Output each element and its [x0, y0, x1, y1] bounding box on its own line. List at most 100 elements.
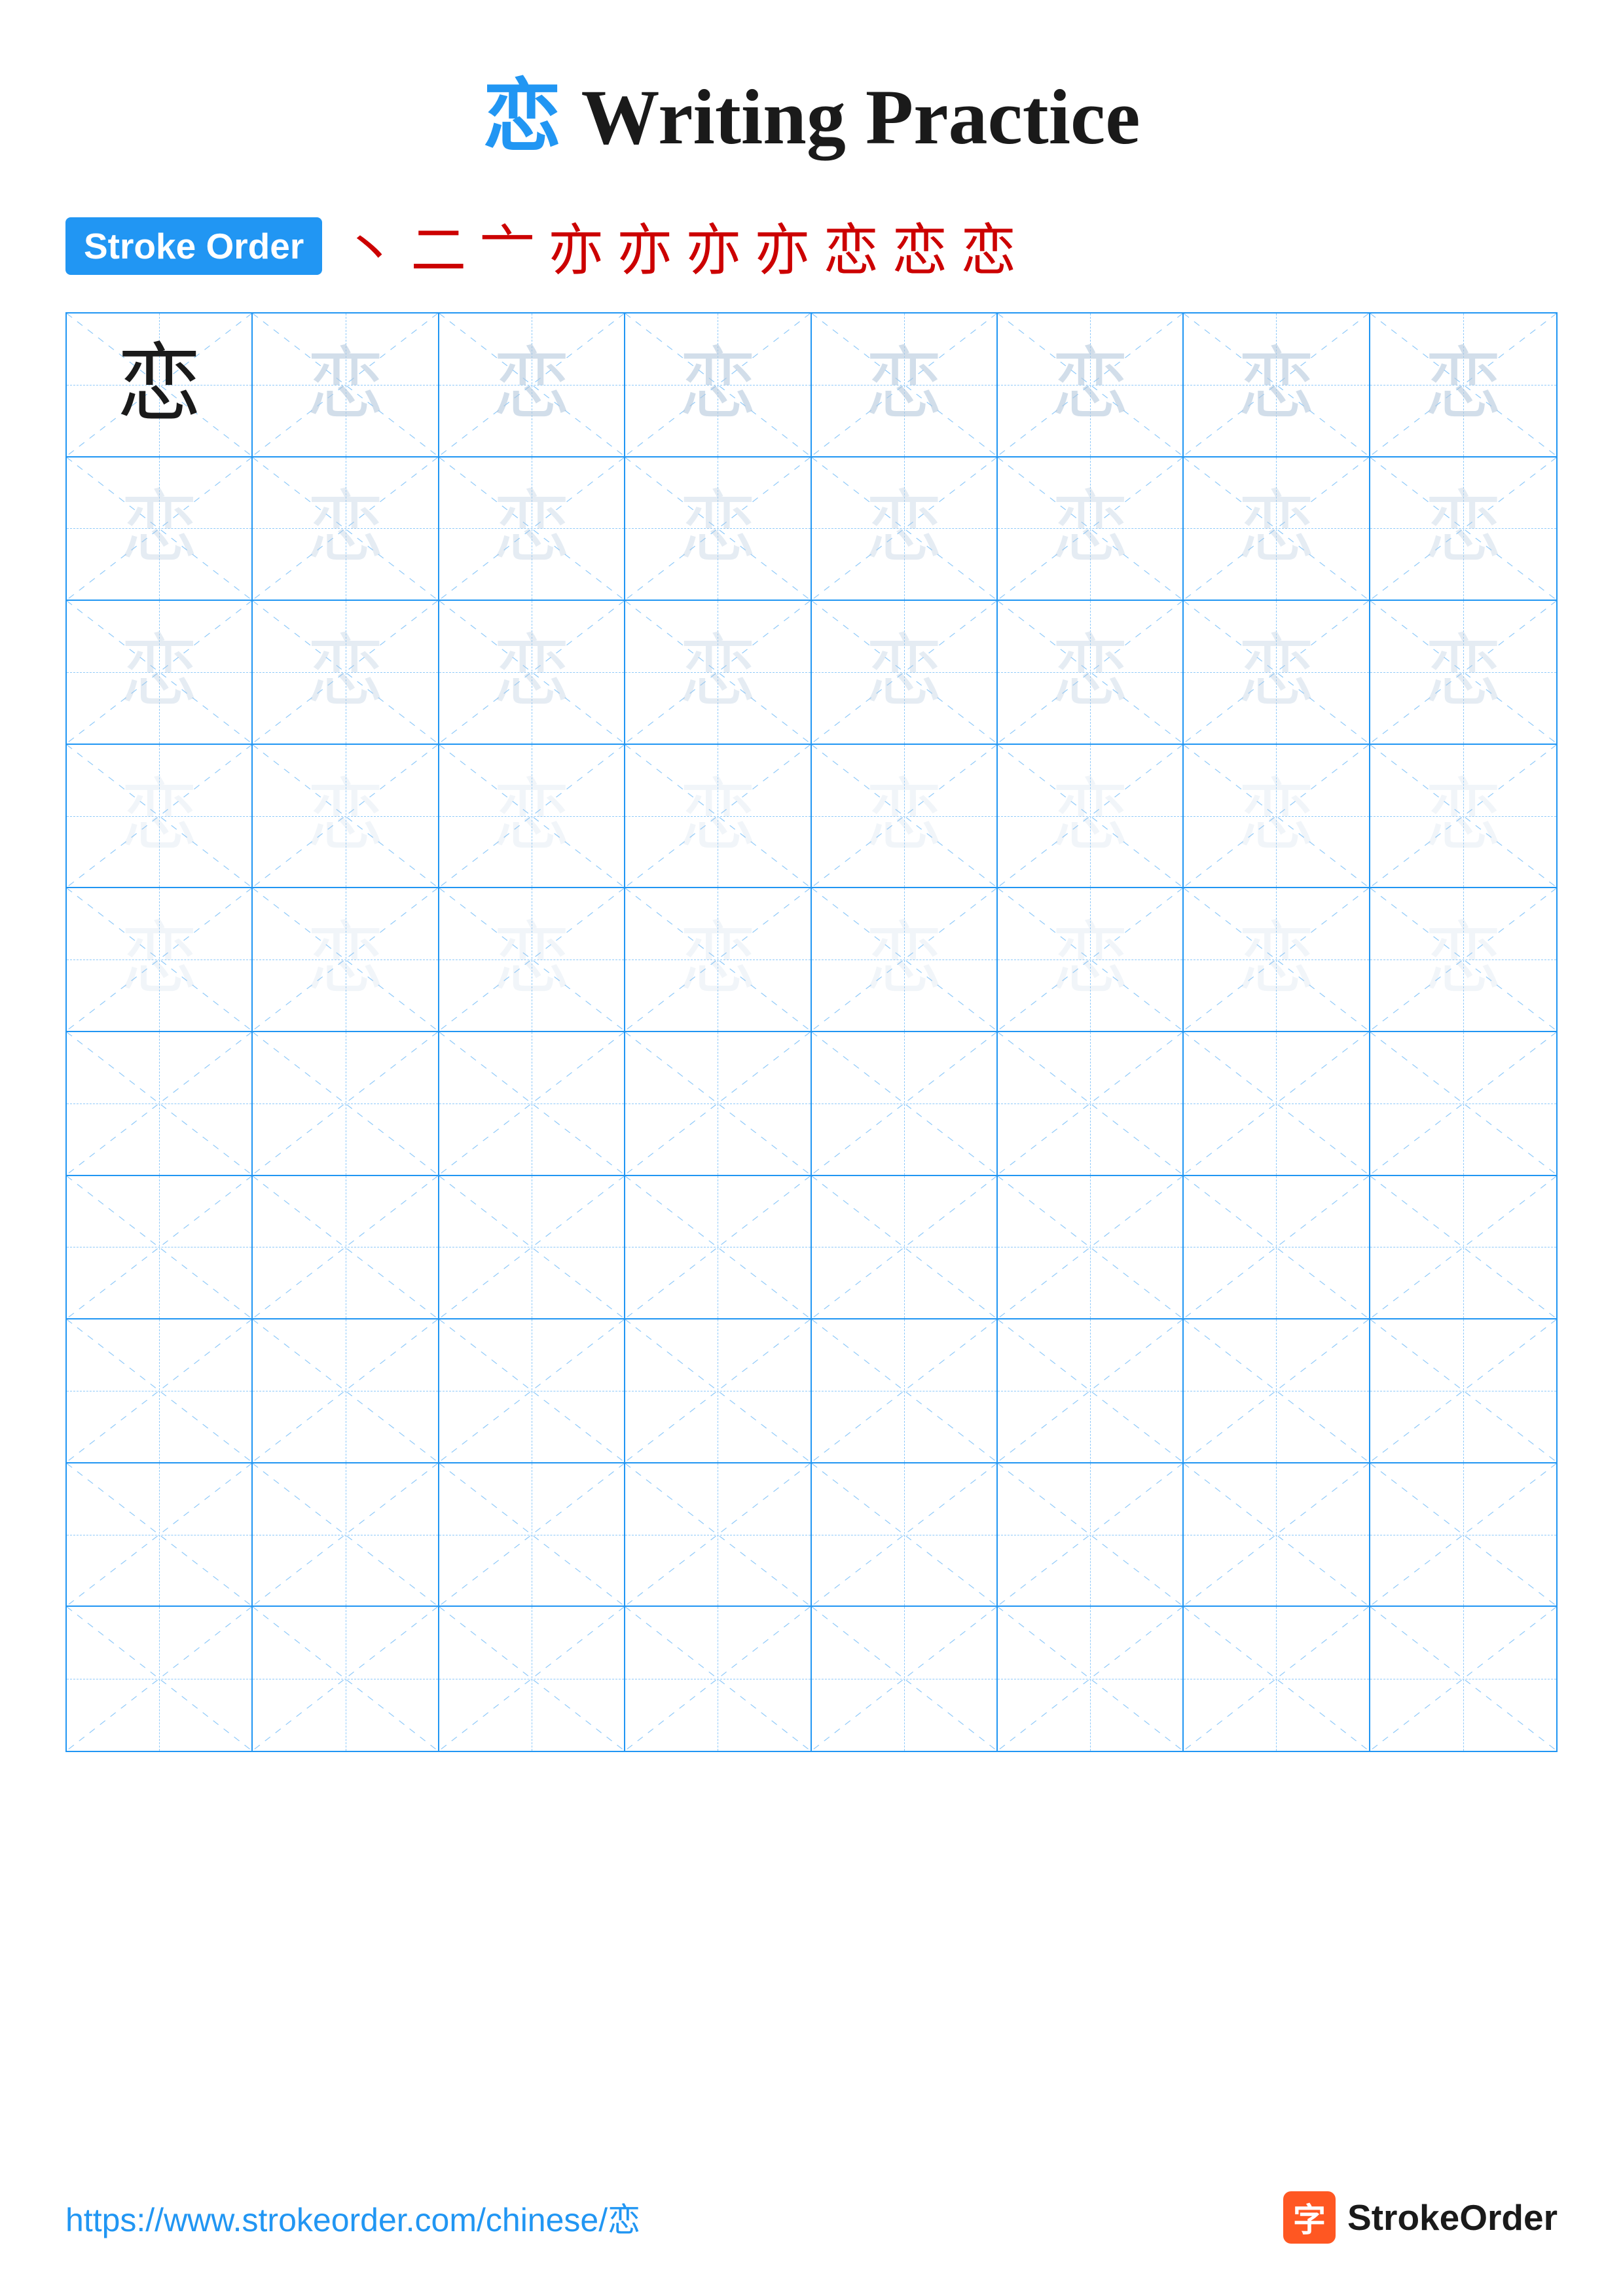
- kanji-character: 恋: [492, 346, 571, 424]
- grid-cell[interactable]: [439, 1607, 625, 1751]
- grid-cell[interactable]: [1184, 1607, 1370, 1751]
- grid-cell[interactable]: 恋: [1370, 601, 1556, 745]
- grid-cell[interactable]: 恋: [1370, 745, 1556, 889]
- grid-cell[interactable]: [998, 1319, 1184, 1463]
- grid-cell[interactable]: 恋: [812, 888, 998, 1032]
- footer: https://www.strokeorder.com/chinese/恋 字 …: [0, 2191, 1623, 2244]
- grid-cell[interactable]: [67, 1319, 253, 1463]
- stroke-5: 亦: [617, 206, 672, 286]
- grid-cell[interactable]: 恋: [625, 314, 811, 457]
- grid-cell[interactable]: 恋: [812, 457, 998, 601]
- grid-cell[interactable]: [253, 1463, 439, 1607]
- grid-cell[interactable]: [1370, 1607, 1556, 1751]
- grid-cell[interactable]: 恋: [1184, 888, 1370, 1032]
- grid-cell[interactable]: 恋: [253, 745, 439, 889]
- kanji-character: 恋: [678, 489, 757, 567]
- grid-cell[interactable]: 恋: [1184, 745, 1370, 889]
- grid-cell[interactable]: [1370, 1032, 1556, 1176]
- grid-cell[interactable]: [1184, 1463, 1370, 1607]
- grid-cell[interactable]: [439, 1176, 625, 1320]
- stroke-6: 亦: [685, 206, 741, 286]
- grid-cell[interactable]: 恋: [253, 888, 439, 1032]
- grid-cell[interactable]: 恋: [67, 601, 253, 745]
- grid-cell[interactable]: [625, 1176, 811, 1320]
- grid-cell[interactable]: 恋: [439, 601, 625, 745]
- grid-cell[interactable]: 恋: [253, 457, 439, 601]
- grid-cell[interactable]: 恋: [67, 888, 253, 1032]
- grid-cell[interactable]: 恋: [439, 745, 625, 889]
- grid-cell[interactable]: [67, 1463, 253, 1607]
- grid-cell[interactable]: [1184, 1032, 1370, 1176]
- grid-cell[interactable]: 恋: [998, 888, 1184, 1032]
- grid-cell[interactable]: [812, 1319, 998, 1463]
- footer-brand: 字 StrokeOrder: [1283, 2191, 1558, 2244]
- grid-cell[interactable]: [67, 1176, 253, 1320]
- grid-cell[interactable]: [1370, 1176, 1556, 1320]
- grid-cell[interactable]: [439, 1319, 625, 1463]
- grid-cell[interactable]: 恋: [1370, 457, 1556, 601]
- grid-cell[interactable]: [998, 1607, 1184, 1751]
- grid-cell[interactable]: 恋: [67, 745, 253, 889]
- grid-cell[interactable]: 恋: [625, 888, 811, 1032]
- grid-cell[interactable]: 恋: [998, 314, 1184, 457]
- grid-cell[interactable]: 恋: [812, 745, 998, 889]
- grid-cell[interactable]: [625, 1607, 811, 1751]
- kanji-character: 恋: [1424, 346, 1503, 424]
- grid-cell[interactable]: [67, 1607, 253, 1751]
- grid-cell[interactable]: 恋: [998, 601, 1184, 745]
- grid-cell[interactable]: [998, 1176, 1184, 1320]
- stroke-10: 恋: [960, 206, 1016, 286]
- grid-cell[interactable]: [439, 1032, 625, 1176]
- grid-cell[interactable]: 恋: [625, 457, 811, 601]
- grid-cell[interactable]: 恋: [439, 457, 625, 601]
- grid-cell[interactable]: 恋: [67, 314, 253, 457]
- grid-cell[interactable]: 恋: [439, 314, 625, 457]
- grid-cell[interactable]: 恋: [1184, 601, 1370, 745]
- grid-cell[interactable]: [812, 1176, 998, 1320]
- grid-cell[interactable]: 恋: [253, 314, 439, 457]
- grid-cell[interactable]: [67, 1032, 253, 1176]
- kanji-character: 恋: [492, 489, 571, 567]
- kanji-character: 恋: [678, 633, 757, 711]
- grid-cell[interactable]: 恋: [1184, 314, 1370, 457]
- stroke-4: 亦: [548, 206, 604, 286]
- brand-name: StrokeOrder: [1347, 2197, 1558, 2238]
- kanji-character: 恋: [865, 346, 943, 424]
- grid-cell[interactable]: 恋: [1370, 888, 1556, 1032]
- grid-cell[interactable]: [998, 1032, 1184, 1176]
- grid-cell[interactable]: [253, 1032, 439, 1176]
- kanji-character: 恋: [1237, 633, 1315, 711]
- grid-cell[interactable]: 恋: [625, 601, 811, 745]
- grid-cell[interactable]: [998, 1463, 1184, 1607]
- grid-cell[interactable]: 恋: [439, 888, 625, 1032]
- grid-cell[interactable]: 恋: [625, 745, 811, 889]
- kanji-character: 恋: [306, 346, 385, 424]
- grid-cell[interactable]: [1184, 1176, 1370, 1320]
- grid-cell[interactable]: 恋: [67, 457, 253, 601]
- kanji-character: 恋: [120, 489, 198, 567]
- stroke-order-badge: Stroke Order: [65, 217, 322, 275]
- grid-cell[interactable]: [253, 1176, 439, 1320]
- grid-cell[interactable]: 恋: [998, 745, 1184, 889]
- grid-cell[interactable]: 恋: [998, 457, 1184, 601]
- grid-cell[interactable]: 恋: [1184, 457, 1370, 601]
- grid-cell[interactable]: [1370, 1319, 1556, 1463]
- grid-cell[interactable]: [812, 1463, 998, 1607]
- practice-grid: 恋 恋 恋 恋 恋 恋 恋 恋 恋 恋: [65, 312, 1558, 1752]
- grid-cell[interactable]: [812, 1607, 998, 1751]
- grid-cell[interactable]: [1184, 1319, 1370, 1463]
- grid-cell[interactable]: [625, 1319, 811, 1463]
- grid-cell[interactable]: [253, 1607, 439, 1751]
- kanji-character: 恋: [1424, 633, 1503, 711]
- kanji-character: 恋: [1051, 777, 1129, 855]
- grid-cell[interactable]: [625, 1032, 811, 1176]
- grid-cell[interactable]: 恋: [812, 314, 998, 457]
- grid-cell[interactable]: [253, 1319, 439, 1463]
- grid-cell[interactable]: [439, 1463, 625, 1607]
- grid-cell[interactable]: 恋: [253, 601, 439, 745]
- grid-cell[interactable]: [625, 1463, 811, 1607]
- grid-cell[interactable]: [812, 1032, 998, 1176]
- grid-cell[interactable]: 恋: [812, 601, 998, 745]
- grid-cell[interactable]: 恋: [1370, 314, 1556, 457]
- grid-cell[interactable]: [1370, 1463, 1556, 1607]
